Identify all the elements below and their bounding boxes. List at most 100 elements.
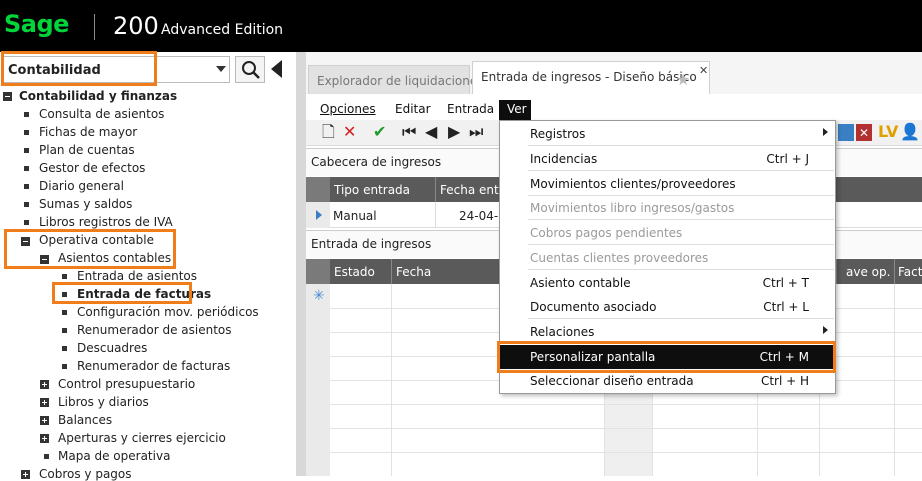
bullet-icon	[62, 310, 67, 315]
delete-icon[interactable]: ✕	[343, 123, 356, 141]
col-tipo-entrada[interactable]: Tipo entrada	[334, 183, 410, 197]
shortcut-documento: Ctrl + L	[763, 300, 809, 314]
image-icon[interactable]	[838, 124, 854, 141]
close-icon[interactable]: ✕	[699, 64, 708, 77]
previous-record-icon[interactable]: ◀	[425, 123, 437, 141]
bullet-icon	[24, 148, 29, 153]
new-icon[interactable]: 🗋	[322, 123, 335, 141]
menu-item-registros[interactable]: Registros	[530, 127, 585, 141]
col-estado[interactable]: Estado	[334, 265, 375, 279]
divider	[528, 195, 834, 196]
panel-splitter[interactable]	[296, 52, 306, 476]
bullet-icon	[24, 202, 29, 207]
tree-item-control-presupuestario[interactable]: Control presupuestario	[58, 377, 195, 391]
divider	[330, 428, 922, 429]
collapse-panel-icon[interactable]	[271, 60, 282, 78]
expand-icon[interactable]	[40, 434, 49, 443]
bullet-icon	[44, 454, 49, 459]
col-clave-op[interactable]: ave op.	[846, 265, 890, 279]
tree-item-config-periodicos[interactable]: Configuración mov. periódicos	[77, 305, 259, 319]
bullet-icon	[24, 184, 29, 189]
menu-editar[interactable]: Editar	[395, 102, 431, 116]
menu-item-documento[interactable]: Documento asociado	[530, 300, 657, 314]
tree-item-balances[interactable]: Balances	[58, 413, 112, 427]
chevron-down-icon[interactable]	[216, 66, 226, 72]
tree-root[interactable]: Contabilidad y finanzas	[19, 89, 177, 103]
divider	[391, 259, 392, 284]
cabecera-title: Cabecera de ingresos	[311, 155, 442, 169]
menu-ver[interactable]: Ver	[499, 100, 531, 120]
menu-item-relaciones[interactable]: Relaciones	[530, 325, 594, 339]
last-record-icon[interactable]: ⏭	[469, 123, 483, 141]
bullet-icon	[62, 346, 67, 351]
expand-icon[interactable]	[40, 398, 49, 407]
collapse-icon[interactable]	[3, 92, 12, 101]
app-edition: Advanced Edition	[161, 22, 284, 38]
cell-tipo-entrada[interactable]: Manual	[333, 209, 377, 223]
tree-item-fichas[interactable]: Fichas de mayor	[39, 125, 137, 139]
tab-explorador-liquidaciones[interactable]: Explorador de liquidaciones	[308, 65, 484, 95]
tree-item-sumas[interactable]: Sumas y saldos	[39, 197, 132, 211]
star-icon[interactable]: ★	[676, 70, 690, 89]
tree-item-descuadres[interactable]: Descuadres	[77, 341, 147, 355]
expand-icon[interactable]	[21, 470, 30, 479]
col-fecha[interactable]: Fecha	[396, 265, 431, 279]
tree-item-mapa[interactable]: Mapa de operativa	[58, 449, 170, 463]
menu-item-movimientos-libro: Movimientos libro ingresos/gastos	[530, 201, 735, 215]
tree-item-diario[interactable]: Diario general	[39, 179, 124, 193]
tree-item-aperturas[interactable]: Aperturas y cierres ejercicio	[58, 431, 226, 445]
menu-entrada[interactable]: Entrada	[447, 102, 494, 116]
col-factura[interactable]: Factu	[898, 265, 922, 279]
lv-icon[interactable]: LV	[878, 123, 898, 141]
tree-item-entrada-asientos[interactable]: Entrada de asientos	[77, 269, 197, 283]
highlight-personalizar	[497, 341, 836, 373]
submenu-arrow-icon	[823, 326, 828, 334]
user-icon[interactable]: 👤	[900, 123, 920, 141]
highlight-operativa	[4, 229, 176, 269]
menu-item-incidencias[interactable]: Incidencias	[530, 152, 597, 166]
title-separator	[94, 14, 95, 40]
tab-entrada-ingresos[interactable]: Entrada de ingresos - Diseño básico	[472, 61, 710, 95]
cancel-doc-icon[interactable]: ✕	[856, 124, 872, 141]
next-record-icon[interactable]: ▶	[448, 123, 460, 141]
menu-item-cobros-pagos: Cobros pagos pendientes	[530, 226, 683, 240]
bullet-icon	[24, 130, 29, 135]
divider	[330, 404, 922, 405]
expand-icon[interactable]	[40, 416, 49, 425]
app-version: 200	[113, 12, 159, 40]
tree-item-consulta[interactable]: Consulta de asientos	[39, 107, 164, 121]
row-pointer-icon	[316, 210, 322, 220]
bullet-icon	[62, 364, 67, 369]
bullet-icon	[24, 112, 29, 117]
tree-item-plan[interactable]: Plan de cuentas	[39, 143, 135, 157]
divider	[391, 284, 392, 476]
menu-ver-label: Ver	[507, 102, 527, 116]
menu-item-seleccionar-diseno[interactable]: Seleccionar diseño entrada	[530, 374, 694, 388]
menu-opciones[interactable]: Opciones	[320, 102, 376, 116]
divider	[528, 145, 834, 146]
menu-item-movimientos-clientes[interactable]: Movimientos clientes/proveedores	[530, 177, 736, 191]
tree-item-renumerador-asientos[interactable]: Renumerador de asientos	[77, 323, 232, 337]
search-icon	[242, 61, 260, 79]
tree-item-libros-diarios[interactable]: Libros y diarios	[58, 395, 149, 409]
tree-item-libros-iva[interactable]: Libros registros de IVA	[39, 215, 173, 229]
first-record-icon[interactable]: ⏮	[402, 123, 416, 141]
bullet-icon	[62, 328, 67, 333]
divider	[528, 269, 834, 270]
search-button[interactable]	[235, 56, 265, 83]
tree-item-cobros[interactable]: Cobros y pagos	[39, 467, 132, 481]
divider	[528, 170, 834, 171]
sage-logo: Sage	[4, 10, 69, 38]
menu-item-cuentas: Cuentas clientes proveedores	[530, 251, 709, 265]
tree-item-gestor[interactable]: Gestor de efectos	[39, 161, 145, 175]
highlight-entrada-facturas	[52, 282, 192, 304]
submenu-arrow-icon	[823, 128, 828, 136]
expand-icon[interactable]	[40, 380, 49, 389]
tree-item-renumerador-facturas[interactable]: Renumerador de facturas	[77, 359, 230, 373]
accept-icon[interactable]: ✔	[373, 123, 386, 141]
shortcut-asiento: Ctrl + T	[762, 276, 809, 290]
menu-item-asiento-contable[interactable]: Asiento contable	[530, 276, 631, 290]
shortcut-incidencias: Ctrl + J	[766, 152, 809, 166]
shortcut-seleccionar: Ctrl + H	[760, 374, 809, 388]
bullet-icon	[24, 220, 29, 225]
